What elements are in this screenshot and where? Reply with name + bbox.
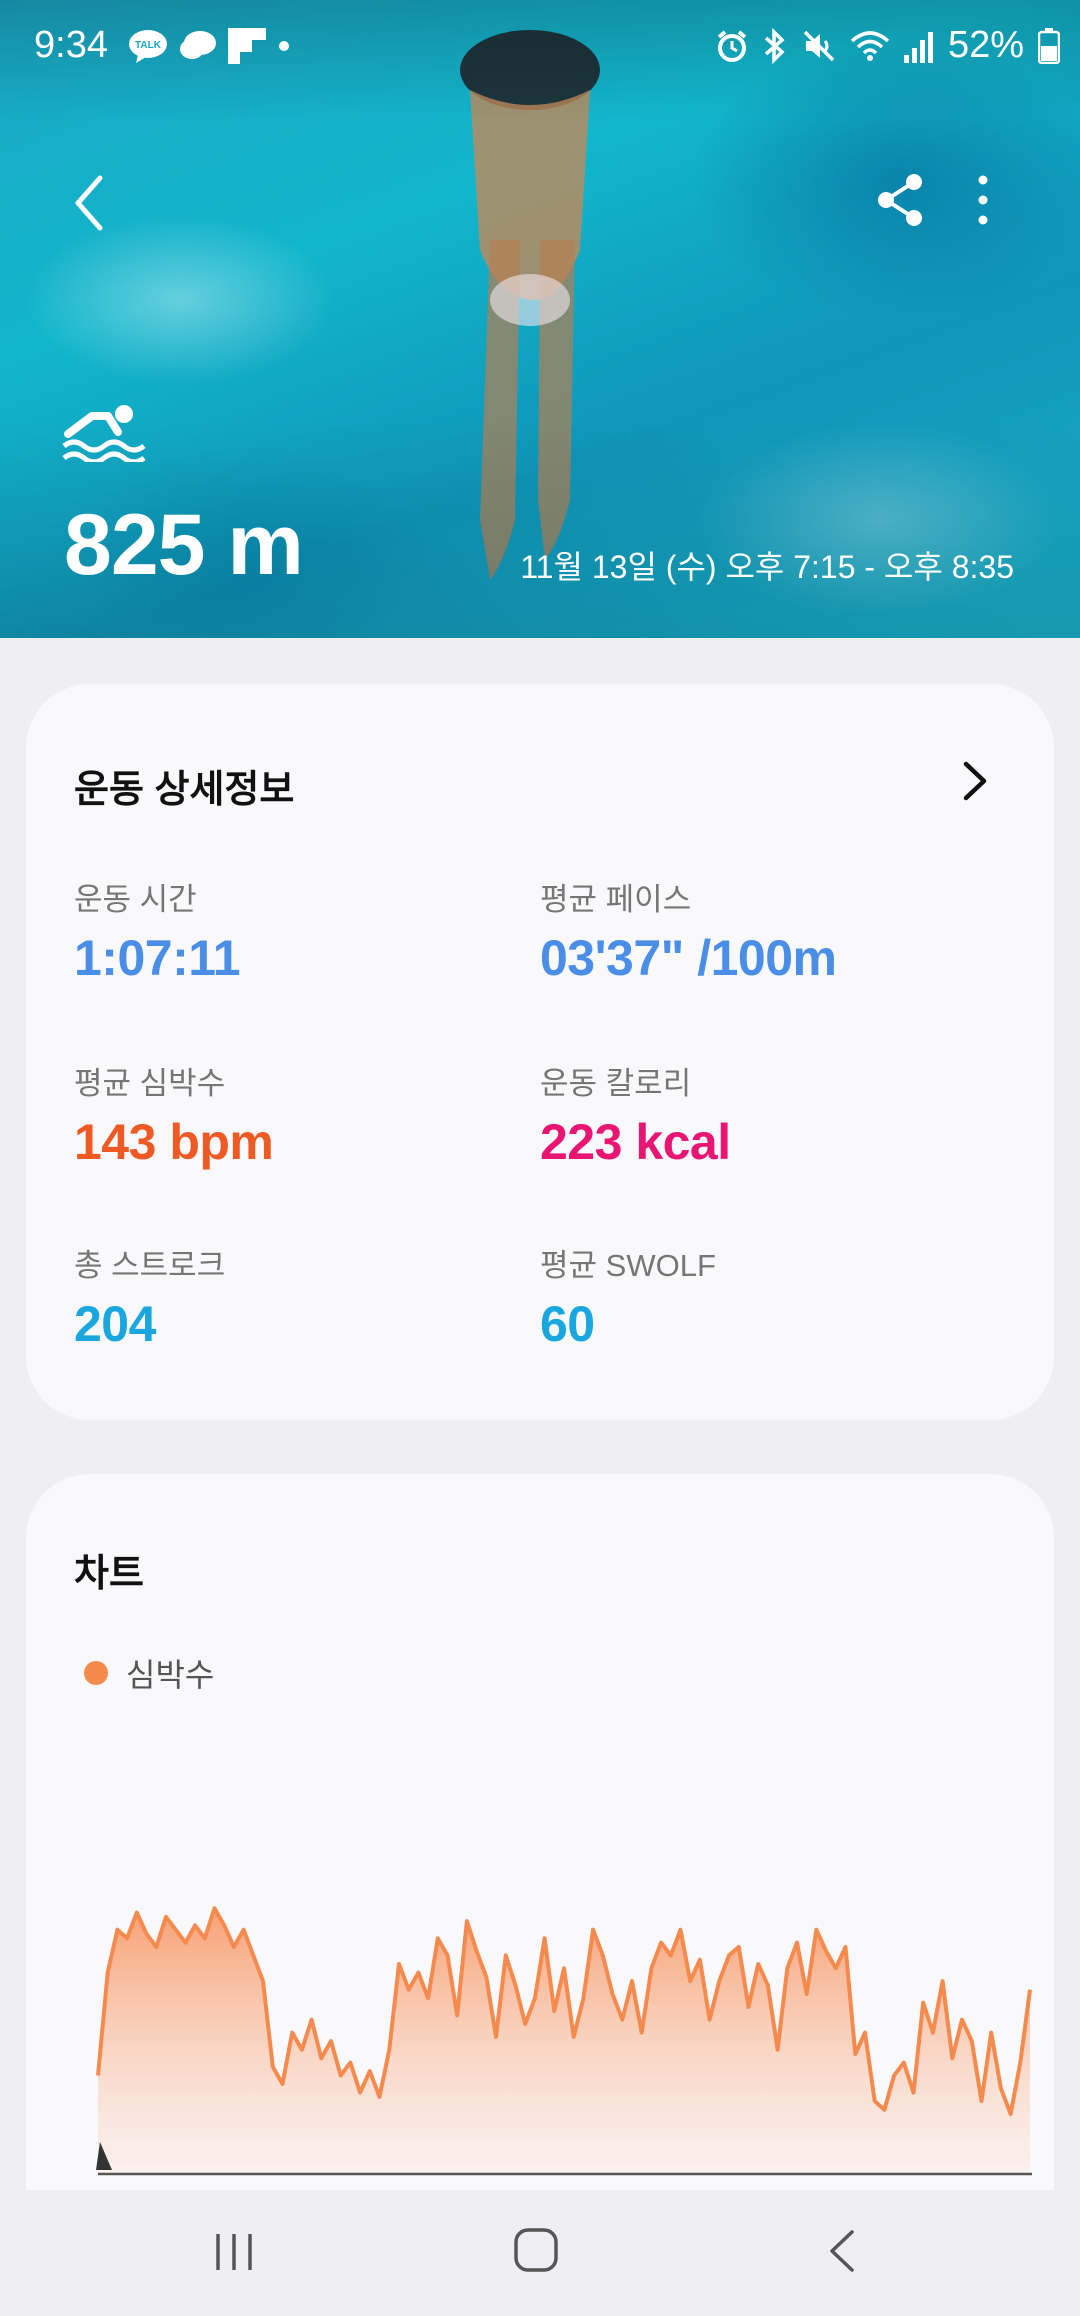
metric-avg-pace: 평균 페이스 03'37" /100m	[540, 874, 980, 987]
dot-icon	[279, 41, 289, 51]
metric-value: 204	[74, 1296, 156, 1352]
metric-total-strokes: 총 스트로크 204	[74, 1240, 514, 1353]
details-title: 운동 상세정보	[74, 769, 295, 811]
home-icon[interactable]	[512, 2226, 560, 2274]
legend-dot	[84, 1661, 108, 1685]
metric-value: 60	[540, 1296, 595, 1352]
status-icons-right: 52%	[716, 24, 1060, 67]
metric-label: 운동 시간	[74, 882, 197, 917]
metric-calories: 운동 칼로리 223 kcal	[540, 1058, 980, 1171]
metric-value: 1:07:11	[74, 930, 241, 986]
battery-percent: 52%	[947, 24, 1024, 66]
more-options-button[interactable]	[968, 172, 998, 228]
svg-text:TALK: TALK	[135, 40, 162, 51]
heart-rate-chart	[96, 1906, 1032, 2176]
metric-label: 평균 심박수	[74, 1066, 226, 1101]
back-button[interactable]	[60, 168, 120, 238]
metric-label: 총 스트로크	[74, 1248, 226, 1283]
wifi-icon	[850, 30, 890, 61]
status-time: 9:34	[34, 24, 108, 66]
recents-icon[interactable]	[212, 2230, 256, 2274]
legend-label: 심박수	[126, 1657, 215, 1693]
metric-label: 운동 칼로리	[540, 1066, 692, 1101]
metric-value: 223 kcal	[540, 1114, 731, 1170]
metric-value: 03'37" /100m	[540, 930, 837, 986]
metric-avg-heart-rate: 평균 심박수 143 bpm	[74, 1058, 514, 1171]
chevron-right-icon[interactable]	[954, 756, 994, 806]
mute-icon	[803, 30, 835, 61]
battery-icon	[1038, 27, 1060, 64]
swimming-icon	[62, 405, 146, 462]
hero-banner: 9:34 TALK 52% 825 m 11월 13일 (수) 오후 7:15 …	[0, 0, 1080, 638]
chat-icon	[180, 31, 216, 59]
metric-avg-swolf: 평균 SWOLF 60	[540, 1240, 980, 1353]
talk-icon: TALK	[129, 30, 167, 63]
status-icons-left: TALK	[128, 28, 290, 64]
metric-label: 평균 SWOLF	[540, 1248, 716, 1283]
flipboard-icon	[228, 28, 266, 64]
status-bar: 9:34 TALK 52%	[0, 0, 1080, 96]
chart-title: 차트	[74, 1553, 144, 1595]
metric-duration: 운동 시간 1:07:11	[74, 874, 514, 987]
signal-icon	[903, 31, 933, 63]
metric-value: 143 bpm	[74, 1114, 274, 1170]
workout-datetime: 11월 13일 (수) 오후 7:15 - 오후 8:35	[520, 549, 1014, 585]
alarm-icon	[717, 29, 747, 62]
system-nav-bar	[0, 2190, 1080, 2316]
back-icon[interactable]	[820, 2226, 864, 2276]
chart-legend: 심박수	[84, 1650, 214, 1696]
workout-details-card: 운동 상세정보 운동 시간 1:07:11 평균 페이스 03'37" /100…	[26, 684, 1054, 1420]
bluetooth-icon	[764, 27, 785, 64]
distance-value: 825 m	[64, 497, 304, 593]
share-button[interactable]	[872, 172, 928, 228]
metric-label: 평균 페이스	[540, 882, 692, 917]
heart-rate-area	[98, 1908, 1030, 2174]
